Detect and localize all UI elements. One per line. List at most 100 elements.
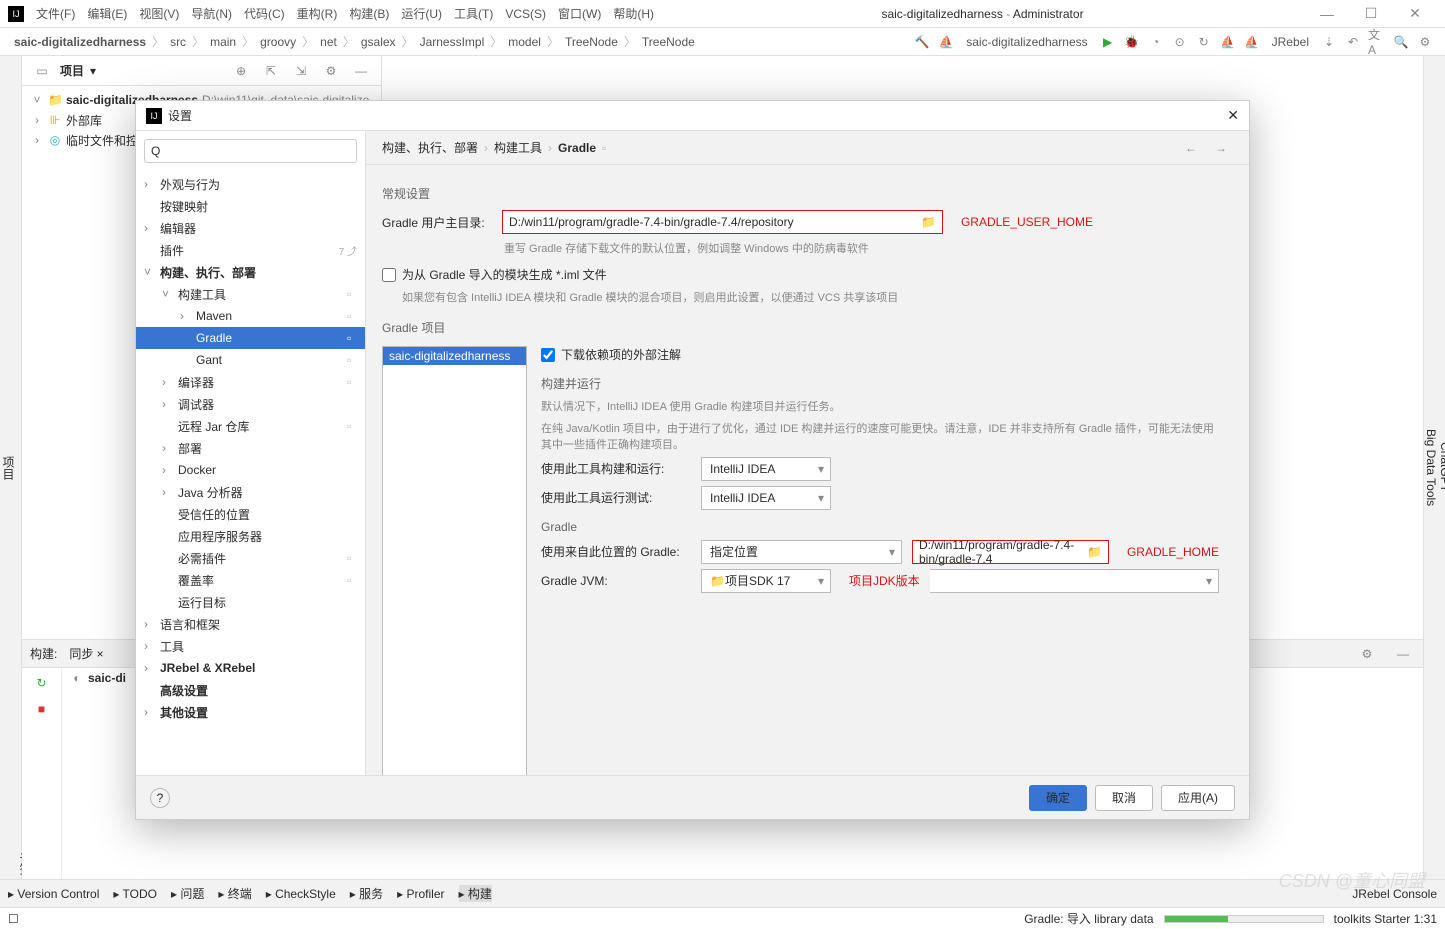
minimize-button[interactable]: —: [1305, 6, 1349, 22]
nav-JRebel & XRebel[interactable]: ›JRebel & XRebel: [136, 657, 365, 679]
profile-icon[interactable]: ⊙: [1171, 33, 1189, 51]
download-annot-checkbox[interactable]: 下载依赖项的外部注解: [541, 346, 681, 363]
nav-插件[interactable]: 插件7 ⤴: [136, 239, 365, 261]
breadcrumb-3[interactable]: groovy: [254, 35, 302, 49]
run-config-icon[interactable]: ⛵: [937, 33, 955, 51]
bottom-服务[interactable]: ▸ 服务: [350, 885, 383, 902]
nav-构建工具[interactable]: ˅构建工具▫: [136, 283, 365, 305]
dialog-close-icon[interactable]: ✕: [1227, 107, 1239, 124]
breadcrumb-8[interactable]: TreeNode: [559, 35, 624, 49]
gradle-from-dropdown[interactable]: 指定位置: [701, 540, 902, 564]
project-tool-button[interactable]: 项目: [0, 456, 17, 480]
sync-tab[interactable]: 同步 ×: [69, 645, 103, 662]
menu-运行(U)[interactable]: 运行(U): [395, 7, 448, 21]
breadcrumb-5[interactable]: gsalex: [355, 35, 402, 49]
menu-编辑(E)[interactable]: 编辑(E): [81, 7, 133, 21]
cancel-button[interactable]: 取消: [1095, 785, 1153, 811]
menu-构建(B)[interactable]: 构建(B): [343, 7, 395, 21]
test-with-dropdown[interactable]: IntelliJ IDEA: [701, 486, 831, 510]
build-rerun-icon[interactable]: ↻: [33, 674, 51, 692]
run-config-name[interactable]: saic-digitalizedharness: [966, 35, 1087, 49]
gear-icon[interactable]: ⚙: [322, 62, 340, 80]
bottom-终端[interactable]: ▸ 终端: [218, 885, 251, 902]
run-icon[interactable]: ▶: [1099, 33, 1117, 51]
build-task-row[interactable]: ◐saic-di: [62, 668, 134, 688]
gradle-jvm-dropdown[interactable]: 📁 项目SDK 17: [701, 569, 831, 593]
gradle-project-selected[interactable]: saic-digitalizedharness: [383, 347, 526, 365]
nav-按键映射[interactable]: 按键映射: [136, 195, 365, 217]
build-with-dropdown[interactable]: IntelliJ IDEA: [701, 457, 831, 481]
close-button[interactable]: ✕: [1393, 5, 1437, 22]
debug-jr-icon[interactable]: ⛵: [1243, 33, 1261, 51]
breadcrumb-9[interactable]: TreeNode: [636, 35, 701, 49]
settings-search[interactable]: Q: [144, 139, 357, 163]
bottom-Profiler[interactable]: ▸ Profiler: [397, 887, 444, 901]
nav-受信任的位置[interactable]: 受信任的位置: [136, 503, 365, 525]
gradle-home-input[interactable]: D:/win11/program/gradle-7.4-bin/gradle-7…: [912, 540, 1109, 564]
bottom-Version Control[interactable]: ▸ Version Control: [8, 887, 99, 901]
nav-Gant[interactable]: Gant▫: [136, 349, 365, 371]
search-icon[interactable]: 🔍: [1392, 33, 1410, 51]
bottom-CheckStyle[interactable]: ▸ CheckStyle: [266, 887, 336, 901]
nav-Docker[interactable]: ›Docker: [136, 459, 365, 481]
menu-窗口(W)[interactable]: 窗口(W): [552, 7, 607, 21]
breadcrumb-2[interactable]: main: [204, 35, 242, 49]
dropdown-icon[interactable]: ▾: [90, 64, 96, 78]
user-home-input[interactable]: D:/win11/program/gradle-7.4-bin/gradle-7…: [502, 210, 943, 234]
breadcrumb-6[interactable]: JarnessImpl: [414, 35, 491, 49]
menu-导航(N)[interactable]: 导航(N): [185, 7, 238, 21]
project-tab-label[interactable]: 项目: [60, 62, 84, 79]
ok-button[interactable]: 确定: [1029, 785, 1087, 811]
menu-帮助(H)[interactable]: 帮助(H): [607, 7, 660, 21]
fwd-icon[interactable]: →: [1212, 139, 1230, 157]
nav-调试器[interactable]: ›调试器: [136, 393, 365, 415]
nav-覆盖率[interactable]: 覆盖率▫: [136, 569, 365, 591]
menu-代码(C)[interactable]: 代码(C): [238, 7, 291, 21]
tool-ChatGPT[interactable]: ChatGPT: [1438, 442, 1445, 492]
nav-高级设置[interactable]: 高级设置: [136, 679, 365, 701]
bottom-TODO[interactable]: ▸ TODO: [113, 887, 157, 901]
debug-icon[interactable]: 🐞: [1123, 33, 1141, 51]
hammer-icon[interactable]: 🔨: [913, 33, 931, 51]
help-button[interactable]: ?: [150, 788, 170, 808]
bottom-问题[interactable]: ▸ 问题: [171, 885, 204, 902]
nav-Maven[interactable]: ›Maven▫: [136, 305, 365, 327]
maximize-button[interactable]: ☐: [1349, 5, 1393, 22]
nav-其他设置[interactable]: ›其他设置: [136, 701, 365, 723]
breadcrumb-0[interactable]: saic-digitalizedharness: [8, 35, 152, 49]
bottom-构建[interactable]: ▸ 构建: [459, 885, 492, 902]
breadcrumb-4[interactable]: net: [314, 35, 343, 49]
translate-icon[interactable]: 文A: [1368, 33, 1386, 51]
revert-icon[interactable]: ↶: [1344, 33, 1362, 51]
tool-Big Data Tools[interactable]: Big Data Tools: [1424, 429, 1438, 506]
nav-Gradle[interactable]: Gradle▫: [136, 327, 365, 349]
collapse-icon[interactable]: ⇲: [292, 62, 310, 80]
proj-view-icon[interactable]: ▭: [33, 62, 51, 80]
nav-远程 Jar 仓库[interactable]: 远程 Jar 仓库▫: [136, 415, 365, 437]
iml-checkbox[interactable]: 为从 Gradle 导入的模块生成 *.iml 文件: [382, 266, 607, 283]
nav-语言和框架[interactable]: ›语言和框架: [136, 613, 365, 635]
nav-工具[interactable]: ›工具: [136, 635, 365, 657]
run-jr-icon[interactable]: ⛵: [1219, 33, 1237, 51]
nav-编辑器[interactable]: ›编辑器: [136, 217, 365, 239]
nav-构建、执行、部署[interactable]: ˅构建、执行、部署: [136, 261, 365, 283]
build-stop-icon[interactable]: ■: [33, 700, 51, 718]
expand-icon[interactable]: ⇱: [262, 62, 280, 80]
nav-Java 分析器[interactable]: ›Java 分析器: [136, 481, 365, 503]
nav-编译器[interactable]: ›编译器▫: [136, 371, 365, 393]
settings-icon[interactable]: ⚙: [1416, 33, 1434, 51]
back-icon[interactable]: ←: [1182, 139, 1200, 157]
gradle-jvm-extra[interactable]: [930, 569, 1219, 593]
menu-工具(T)[interactable]: 工具(T): [448, 7, 499, 21]
rerun-icon[interactable]: ↻: [1195, 33, 1213, 51]
select-opened-icon[interactable]: ⊕: [232, 62, 250, 80]
nav-外观与行为[interactable]: ›外观与行为: [136, 173, 365, 195]
nav-必需插件[interactable]: 必需插件▫: [136, 547, 365, 569]
breadcrumb-7[interactable]: model: [502, 35, 547, 49]
status-icon[interactable]: ☐: [8, 912, 26, 926]
breadcrumb-1[interactable]: src: [164, 35, 192, 49]
nav-应用程序服务器[interactable]: 应用程序服务器: [136, 525, 365, 547]
menu-VCS(S)[interactable]: VCS(S): [499, 7, 552, 21]
menu-视图(V)[interactable]: 视图(V): [133, 7, 185, 21]
menu-重构(R)[interactable]: 重构(R): [291, 7, 344, 21]
